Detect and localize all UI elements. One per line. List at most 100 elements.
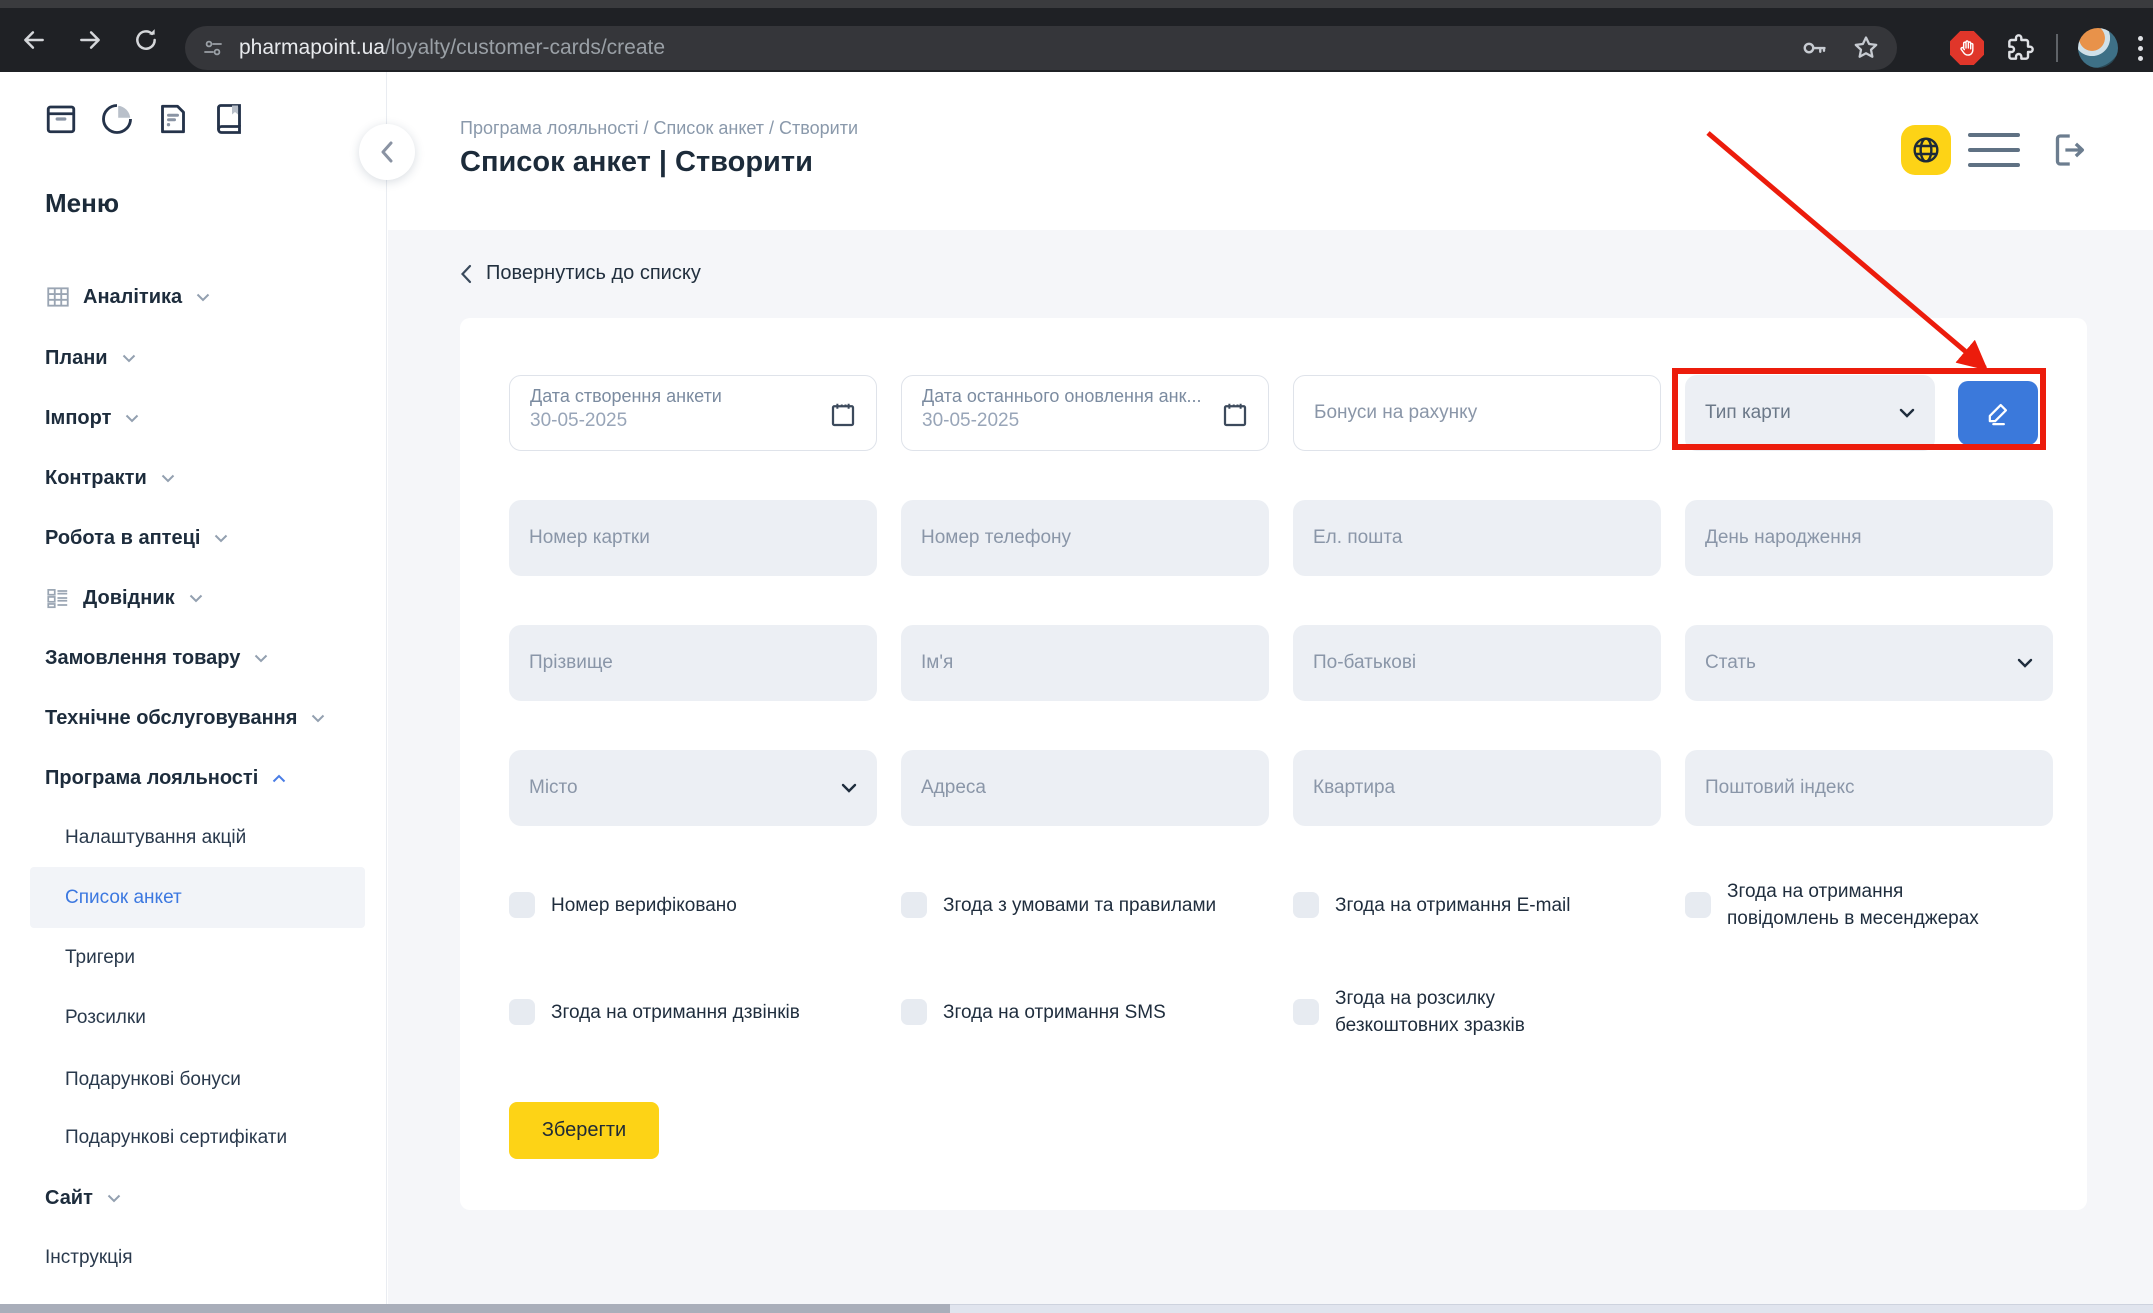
sidebar-item-plans[interactable]: Плани: [45, 344, 136, 372]
sidebar-item-label: Контракти: [45, 467, 147, 490]
sidebar-item-label: Імпорт: [45, 407, 111, 430]
date-updated-field[interactable]: Дата останнього оновлення анк... 30-05-2…: [901, 375, 1269, 451]
site-settings-icon[interactable]: [201, 36, 225, 60]
extensions-puzzle-icon[interactable]: [2004, 32, 2036, 64]
chevron-down-icon: [189, 594, 203, 603]
chevron-down-icon: [254, 654, 268, 663]
card-type-select[interactable]: Тип карти: [1685, 375, 1935, 451]
chevron-down-icon: [311, 714, 325, 723]
checkbox-number-verified[interactable]: Номер верифіковано: [509, 878, 901, 932]
browser-menu-button[interactable]: [2138, 36, 2143, 61]
bookmark-star-icon[interactable]: [1851, 33, 1881, 63]
checkbox-calls-consent[interactable]: Згода на отримання дзвінків: [509, 985, 901, 1039]
last-name-field[interactable]: Прізвище: [509, 625, 877, 701]
list-details-icon: [45, 585, 71, 611]
sidebar-item-site[interactable]: Сайт: [45, 1184, 121, 1212]
checkbox-row-2: Згода на отримання дзвінків Згода на отр…: [509, 985, 2079, 1039]
checkbox[interactable]: [901, 999, 927, 1025]
pie-chart-icon[interactable]: [98, 100, 136, 138]
sidebar-subitem-customer-cards[interactable]: Список анкет: [65, 884, 182, 912]
gender-select[interactable]: Стать: [1685, 625, 2053, 701]
password-key-icon[interactable]: [1799, 33, 1829, 63]
apartment-field[interactable]: Квартира: [1293, 750, 1661, 826]
language-globe-button[interactable]: [1901, 125, 1951, 175]
horizontal-scrollbar-thumb[interactable]: [0, 1304, 950, 1313]
date-created-field[interactable]: Дата створення анкети 30-05-2025: [509, 375, 877, 451]
sidebar-subitem-mailings[interactable]: Розсилки: [65, 1004, 146, 1032]
sidebar-item-maintenance[interactable]: Технічне обслуговування: [45, 704, 325, 732]
sidebar-subitem-gift-certificates[interactable]: Подарункові сертифікати: [65, 1124, 287, 1152]
checkbox-free-samples-consent[interactable]: Згода на розсилку безкоштовних зразків: [1293, 985, 1685, 1039]
menu-heading: Меню: [45, 188, 119, 219]
sidebar-subitem-triggers[interactable]: Тригери: [65, 944, 135, 972]
breadcrumb[interactable]: Програма лояльності / Список анкет / Ств…: [460, 118, 858, 139]
sidebar-collapse-button[interactable]: [359, 124, 415, 180]
profile-avatar[interactable]: [2078, 28, 2118, 68]
postal-code-field[interactable]: Поштовий індекс: [1685, 750, 2053, 826]
checkbox[interactable]: [509, 999, 535, 1025]
package-icon[interactable]: [42, 100, 80, 138]
document-icon[interactable]: [154, 100, 192, 138]
chevron-down-icon: [2017, 658, 2033, 668]
sidebar-item-label: Технічне обслуговування: [45, 707, 297, 730]
browser-forward-button[interactable]: [68, 18, 112, 62]
email-field[interactable]: Ел. пошта: [1293, 500, 1661, 576]
chevron-down-icon: [841, 783, 857, 793]
sidebar-item-label: Сайт: [45, 1187, 93, 1210]
chevron-down-icon: [122, 354, 136, 363]
url-text[interactable]: pharmapoint.ua/loyalty/customer-cards/cr…: [239, 36, 1799, 60]
forward-arrow-icon: [77, 27, 103, 53]
chevron-down-icon: [214, 534, 228, 543]
city-select[interactable]: Місто: [509, 750, 877, 826]
checkbox[interactable]: [1293, 999, 1319, 1025]
date-created-label: Дата створення анкети: [530, 386, 828, 407]
save-button[interactable]: Зберегти: [509, 1102, 659, 1159]
sidebar-item-goods-order[interactable]: Замовлення товару: [45, 644, 268, 672]
bonuses-field[interactable]: Бонуси на рахунку: [1293, 375, 1661, 451]
sidebar-item-import[interactable]: Імпорт: [45, 404, 139, 432]
phone-field[interactable]: Номер телефону: [901, 500, 1269, 576]
sidebar-item-loyalty-program[interactable]: Програма лояльності: [45, 764, 286, 792]
sidebar-item-contracts[interactable]: Контракти: [45, 464, 175, 492]
menu-toggle-button[interactable]: [1968, 131, 2020, 169]
card-type-cell: Тип карти: [1685, 375, 2053, 451]
browser-reload-button[interactable]: [124, 18, 168, 62]
sidebar-subitem-gift-bonuses[interactable]: Подарункові бонуси: [65, 1066, 241, 1094]
checkbox-email-consent[interactable]: Згода на отримання E-mail: [1293, 878, 1685, 932]
adblock-extension-icon[interactable]: [1950, 31, 1984, 65]
hand-icon: [1957, 38, 1977, 58]
sidebar-subitem-promo-settings[interactable]: Налаштування акцій: [65, 824, 246, 852]
back-to-list-link[interactable]: Повернутись до списку: [460, 262, 701, 285]
checkbox-messenger-consent[interactable]: Згода на отримання повідомлень в месендж…: [1685, 878, 2077, 932]
birthday-field[interactable]: День народження: [1685, 500, 2053, 576]
sidebar-item-instruction[interactable]: Інструкція: [45, 1244, 133, 1272]
url-host: pharmapoint.ua: [239, 36, 385, 59]
edit-card-type-button[interactable]: [1958, 381, 2038, 445]
reload-icon: [133, 27, 159, 53]
first-name-field[interactable]: Ім'я: [901, 625, 1269, 701]
date-created-value: 30-05-2025: [530, 410, 828, 432]
page-title: Список анкет | Створити: [460, 146, 813, 179]
address-bar[interactable]: pharmapoint.ua/loyalty/customer-cards/cr…: [185, 26, 1897, 70]
url-path: /loyalty/customer-cards/create: [385, 36, 665, 59]
checkbox[interactable]: [901, 892, 927, 918]
form-grid: Дата створення анкети 30-05-2025 Дата ос…: [509, 375, 2053, 826]
card-number-field[interactable]: Номер картки: [509, 500, 877, 576]
address-field[interactable]: Адреса: [901, 750, 1269, 826]
book-icon[interactable]: [210, 100, 248, 138]
back-to-list-label: Повернутись до списку: [486, 262, 701, 285]
sidebar-item-directory[interactable]: Довідник: [45, 584, 203, 612]
chevron-down-icon: [161, 474, 175, 483]
sidebar-item-label: Програма лояльності: [45, 767, 258, 790]
checkbox[interactable]: [1685, 892, 1711, 918]
checkbox-sms-consent[interactable]: Згода на отримання SMS: [901, 985, 1293, 1039]
middle-name-field[interactable]: По-батькові: [1293, 625, 1661, 701]
globe-icon: [1910, 134, 1942, 166]
sidebar-item-pharmacy-work[interactable]: Робота в аптеці: [45, 524, 228, 552]
sidebar-item-analytics[interactable]: Аналітика: [45, 283, 210, 311]
checkbox-terms-agreement[interactable]: Згода з умовами та правилами: [901, 878, 1293, 932]
checkbox[interactable]: [509, 892, 535, 918]
checkbox[interactable]: [1293, 892, 1319, 918]
browser-back-button[interactable]: [12, 18, 56, 62]
logout-button[interactable]: [2045, 127, 2091, 173]
